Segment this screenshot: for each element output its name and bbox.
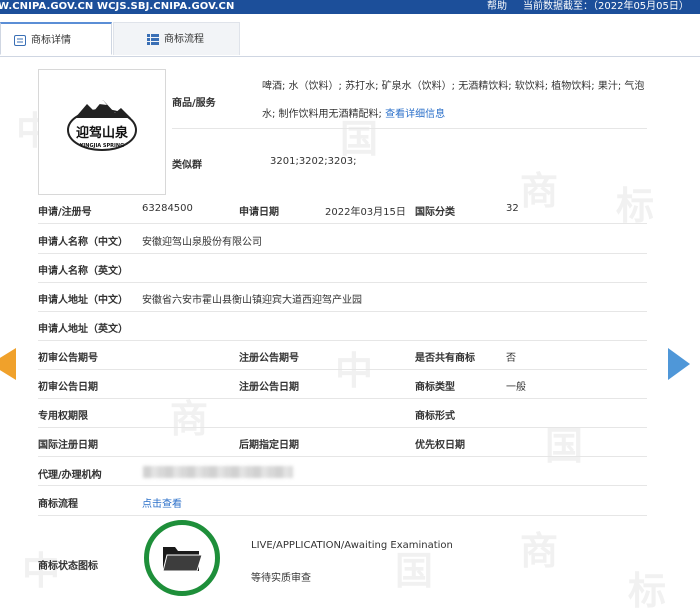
- applicant-cn-value: 安徽迎驾山泉股份有限公司: [142, 237, 262, 248]
- info-row: 商标流程 点击查看: [38, 486, 647, 516]
- info-row: 初审公告日期 注册公告日期 商标类型 一般: [38, 369, 647, 399]
- prelim-pub-no-label: 初审公告期号: [38, 353, 98, 364]
- help-link[interactable]: 帮助: [487, 0, 507, 14]
- folder-icon: [162, 547, 203, 572]
- info-row: 国际注册日期 后期指定日期 优先权日期: [38, 427, 647, 457]
- previous-arrow-icon[interactable]: [0, 348, 16, 380]
- intl-class-value: 32: [506, 203, 519, 214]
- info-row: 代理/办理机构: [38, 456, 647, 486]
- status-text-en: LIVE/APPLICATION/Awaiting Examination: [251, 540, 453, 551]
- view-details-link[interactable]: 查看详细信息: [385, 109, 445, 120]
- watermark-char: 商: [520, 529, 559, 573]
- document-icon: [14, 35, 26, 46]
- goods-list: 啤酒; 水（饮料）; 苏打水; 矿泉水（饮料）; 无酒精饮料; 软饮料; 植物饮…: [262, 81, 645, 120]
- logo-brand-en: YINGJIA SPRING: [79, 143, 124, 149]
- tm-form-label: 商标形式: [415, 411, 455, 422]
- status-text-cn: 等待实质审查: [251, 573, 311, 584]
- info-row: 申请人地址（英文）: [38, 311, 647, 341]
- reg-pub-date-label: 注册公告日期: [239, 382, 299, 393]
- divider: [172, 128, 647, 129]
- trademark-image: 迎驾山泉 YINGJIA SPRING: [38, 69, 166, 195]
- agent-label: 代理/办理机构: [38, 470, 102, 481]
- intl-reg-date-label: 国际注册日期: [38, 440, 98, 451]
- shared-label: 是否共有商标: [415, 353, 475, 364]
- list-icon: [147, 34, 159, 45]
- applicant-cn-label: 申请人名称（中文）: [38, 237, 128, 248]
- exclusive-period-label: 专用权期限: [38, 411, 88, 422]
- prelim-pub-date-label: 初审公告日期: [38, 382, 98, 393]
- info-row: 申请人名称（中文） 安徽迎驾山泉股份有限公司: [38, 224, 647, 254]
- data-date: 当前数据截至：（2022年05月05日）: [523, 1, 689, 12]
- status-label: 商标状态图标: [38, 561, 98, 572]
- address-cn-label: 申请人地址（中文）: [38, 295, 128, 306]
- reg-no-label: 申请/注册号: [38, 207, 92, 218]
- address-en-label: 申请人地址（英文）: [38, 324, 128, 335]
- site-url: W.CNIPA.GOV.CN WCJS.SBJ.CNIPA.GOV.CN: [0, 1, 235, 12]
- status-icon: [144, 520, 220, 596]
- shared-value: 否: [506, 353, 516, 364]
- tab-trademark-details[interactable]: 商标详情: [0, 22, 112, 55]
- info-row: 申请人地址（中文） 安徽省六安市霍山县衡山镇迎宾大道西迎驾产业园: [38, 282, 647, 312]
- similar-group-value: 3201;3202;3203;: [270, 156, 357, 167]
- info-row: 申请/注册号 63284500 申请日期 2022年03月15日 国际分类 32: [38, 194, 647, 224]
- top-bar: W.CNIPA.GOV.CN WCJS.SBJ.CNIPA.GOV.CN 帮助 …: [0, 0, 700, 14]
- later-date-label: 后期指定日期: [239, 440, 299, 451]
- info-row: 初审公告期号 注册公告期号 是否共有商标 否: [38, 340, 647, 370]
- tab-bar: 商标详情 商标流程: [0, 22, 700, 57]
- similar-group-label: 类似群: [172, 160, 202, 171]
- next-arrow-icon[interactable]: [668, 348, 690, 380]
- brand-logo: 迎驾山泉 YINGJIA SPRING: [67, 100, 137, 151]
- tab-label: 商标详情: [31, 35, 71, 46]
- watermark-char: 标: [628, 569, 667, 613]
- priority-date-label: 优先权日期: [415, 440, 465, 451]
- flow-label: 商标流程: [38, 499, 78, 510]
- tab-trademark-flow[interactable]: 商标流程: [113, 22, 240, 55]
- app-date-label: 申请日期: [239, 207, 279, 218]
- tab-label: 商标流程: [164, 34, 204, 45]
- redacted-agent: [143, 466, 293, 478]
- info-row: 专用权期限 商标形式: [38, 398, 647, 428]
- goods-services-text: 啤酒; 水（饮料）; 苏打水; 矿泉水（饮料）; 无酒精饮料; 软饮料; 植物饮…: [262, 73, 647, 129]
- intl-class-label: 国际分类: [415, 207, 455, 218]
- tm-type-label: 商标类型: [415, 382, 455, 393]
- address-cn-value: 安徽省六安市霍山县衡山镇迎宾大道西迎驾产业园: [142, 295, 362, 306]
- tm-type-value: 一般: [506, 382, 526, 393]
- app-date-value: 2022年03月15日: [325, 207, 406, 218]
- reg-pub-no-label: 注册公告期号: [239, 353, 299, 364]
- logo-brand-cn: 迎驾山泉: [76, 125, 129, 141]
- view-flow-link[interactable]: 点击查看: [142, 495, 182, 510]
- reg-no-value: 63284500: [142, 203, 193, 214]
- goods-label: 商品/服务: [172, 98, 216, 109]
- info-row: 申请人名称（英文）: [38, 253, 647, 283]
- applicant-en-label: 申请人名称（英文）: [38, 266, 128, 277]
